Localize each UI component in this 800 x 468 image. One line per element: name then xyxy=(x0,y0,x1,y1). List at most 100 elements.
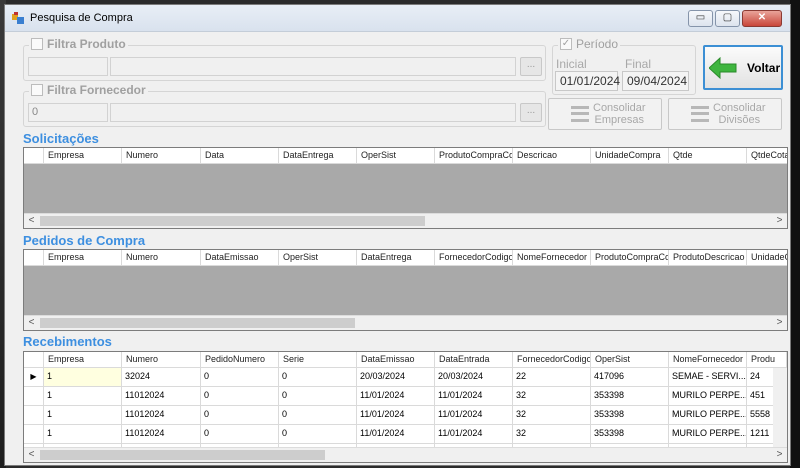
column-header[interactable]: Produ xyxy=(747,352,787,368)
fornecedor-desc-field[interactable] xyxy=(110,103,516,122)
table-cell[interactable]: 1 xyxy=(44,425,122,444)
column-header[interactable]: Descricao xyxy=(513,148,591,164)
consolidar-divisoes-button[interactable]: Consolidar Divisões xyxy=(668,98,782,130)
column-header[interactable]: Numero xyxy=(122,352,201,368)
column-header[interactable]: NomeFornecedor xyxy=(669,352,747,368)
scrollbar-thumb[interactable] xyxy=(40,216,425,226)
table-cell[interactable]: 32024 xyxy=(122,368,201,387)
column-header[interactable]: QtdeCota xyxy=(747,148,787,164)
column-header[interactable]: OperSist xyxy=(279,250,357,266)
column-header[interactable]: DataEmissao xyxy=(201,250,279,266)
horizontal-scrollbar[interactable]: < > xyxy=(24,315,787,330)
column-header[interactable]: DataEntrega xyxy=(279,148,357,164)
table-cell[interactable]: 0 xyxy=(201,406,279,425)
column-header[interactable]: Serie xyxy=(279,352,357,368)
table-cell[interactable]: 1211 xyxy=(747,425,775,444)
column-header[interactable]: UnidadeCompra xyxy=(591,148,669,164)
scrollbar-thumb[interactable] xyxy=(40,450,325,460)
column-header[interactable]: ProdutoCompraCod xyxy=(591,250,669,266)
column-header[interactable]: OperSist xyxy=(591,352,669,368)
table-row[interactable]: 1 11012024 0 0 11/01/2024 11/01/2024 32 … xyxy=(24,425,787,444)
table-cell[interactable]: 11/01/2024 xyxy=(357,387,435,406)
column-header[interactable]: NomeFornecedor xyxy=(513,250,591,266)
table-cell[interactable]: 0 xyxy=(201,425,279,444)
table-cell[interactable]: 1 xyxy=(44,406,122,425)
minimize-button[interactable]: ▭ xyxy=(688,10,713,27)
table-cell[interactable]: 0 xyxy=(279,368,357,387)
scroll-right-icon[interactable]: > xyxy=(772,214,787,228)
table-cell[interactable]: 11/01/2024 xyxy=(435,425,513,444)
table-cell[interactable]: 5558 xyxy=(747,406,775,425)
filtra-produto-checkbox[interactable] xyxy=(31,38,43,50)
solicitacoes-grid[interactable]: Empresa Numero Data DataEntrega OperSist… xyxy=(23,147,788,229)
data-final-field[interactable]: 09/04/2024 xyxy=(622,71,689,91)
pedidos-grid[interactable]: Empresa Numero DataEmissao OperSist Data… xyxy=(23,249,788,331)
produto-code-field[interactable] xyxy=(28,57,108,76)
close-button[interactable]: ✕ xyxy=(742,10,782,27)
column-header[interactable]: ProdutoCompraCod xyxy=(435,148,513,164)
table-row[interactable]: 1 11012024 0 0 11/01/2024 11/01/2024 32 … xyxy=(24,406,787,425)
column-header[interactable]: Numero xyxy=(122,148,201,164)
vertical-scrollbar[interactable] xyxy=(773,368,787,449)
data-inicial-field[interactable]: 01/01/2024 xyxy=(555,71,620,91)
column-header[interactable]: DataEntrada xyxy=(435,352,513,368)
table-cell[interactable]: 11/01/2024 xyxy=(357,406,435,425)
table-cell[interactable]: 353398 xyxy=(591,425,669,444)
maximize-button[interactable]: ▢ xyxy=(715,10,740,27)
filtra-fornecedor-checkbox[interactable] xyxy=(31,84,43,96)
recebimentos-grid[interactable]: Empresa Numero PedidoNumero Serie DataEm… xyxy=(23,351,788,463)
column-header[interactable]: Empresa xyxy=(44,352,122,368)
column-header[interactable]: Qtde xyxy=(669,148,747,164)
table-cell[interactable]: 1 xyxy=(44,368,122,387)
table-cell[interactable]: 32 xyxy=(513,425,591,444)
column-header[interactable]: Data xyxy=(201,148,279,164)
column-header[interactable]: FornecedorCodigo xyxy=(513,352,591,368)
column-header[interactable]: Empresa xyxy=(44,250,122,266)
fornecedor-search-button[interactable]: ... xyxy=(520,103,542,122)
column-header[interactable]: Empresa xyxy=(44,148,122,164)
table-cell[interactable]: 24 xyxy=(747,368,775,387)
table-cell[interactable]: 0 xyxy=(201,387,279,406)
voltar-button[interactable]: Voltar xyxy=(703,45,783,90)
table-cell[interactable]: 20/03/2024 xyxy=(357,368,435,387)
column-header[interactable]: ProdutoDescricao xyxy=(669,250,747,266)
fornecedor-code-field[interactable]: 0 xyxy=(28,103,108,122)
table-cell[interactable]: MURILO PERPE... xyxy=(669,425,747,444)
produto-search-button[interactable]: ... xyxy=(520,57,542,76)
scroll-right-icon[interactable]: > xyxy=(772,448,787,462)
scroll-left-icon[interactable]: < xyxy=(24,214,39,228)
table-row[interactable]: 1 11012024 0 0 11/01/2024 11/01/2024 32 … xyxy=(24,387,787,406)
column-header[interactable]: Numero xyxy=(122,250,201,266)
periodo-checkbox[interactable]: ✓ xyxy=(560,38,572,50)
table-cell[interactable]: 11012024 xyxy=(122,425,201,444)
scroll-left-icon[interactable]: < xyxy=(24,316,39,330)
table-cell[interactable]: 11012024 xyxy=(122,406,201,425)
column-header[interactable]: DataEmissao xyxy=(357,352,435,368)
horizontal-scrollbar[interactable]: < > xyxy=(24,447,787,462)
table-cell[interactable]: 11/01/2024 xyxy=(435,406,513,425)
table-cell[interactable]: 417096 xyxy=(591,368,669,387)
title-bar[interactable]: Pesquisa de Compra ▭ ▢ ✕ xyxy=(5,5,790,32)
column-header[interactable]: FornecedorCodigo xyxy=(435,250,513,266)
table-cell[interactable]: 353398 xyxy=(591,406,669,425)
table-cell[interactable]: 32 xyxy=(513,387,591,406)
produto-desc-field[interactable] xyxy=(110,57,516,76)
row-header[interactable] xyxy=(24,387,44,406)
table-cell[interactable]: 22 xyxy=(513,368,591,387)
scrollbar-thumb[interactable] xyxy=(40,318,355,328)
table-cell[interactable]: 451 xyxy=(747,387,775,406)
table-cell[interactable]: 0 xyxy=(279,425,357,444)
table-cell[interactable]: 1 xyxy=(44,387,122,406)
table-cell[interactable]: MURILO PERPE... xyxy=(669,406,747,425)
column-header[interactable]: DataEntrega xyxy=(357,250,435,266)
table-cell[interactable]: 0 xyxy=(201,368,279,387)
table-cell[interactable]: MURILO PERPE... xyxy=(669,387,747,406)
horizontal-scrollbar[interactable]: < > xyxy=(24,213,787,228)
table-cell[interactable]: 11/01/2024 xyxy=(357,425,435,444)
consolidar-empresas-button[interactable]: Consolidar Empresas xyxy=(548,98,662,130)
row-header[interactable] xyxy=(24,406,44,425)
table-cell[interactable]: 0 xyxy=(279,387,357,406)
table-cell[interactable]: 11/01/2024 xyxy=(435,387,513,406)
table-cell[interactable]: 0 xyxy=(279,406,357,425)
scroll-right-icon[interactable]: > xyxy=(772,316,787,330)
